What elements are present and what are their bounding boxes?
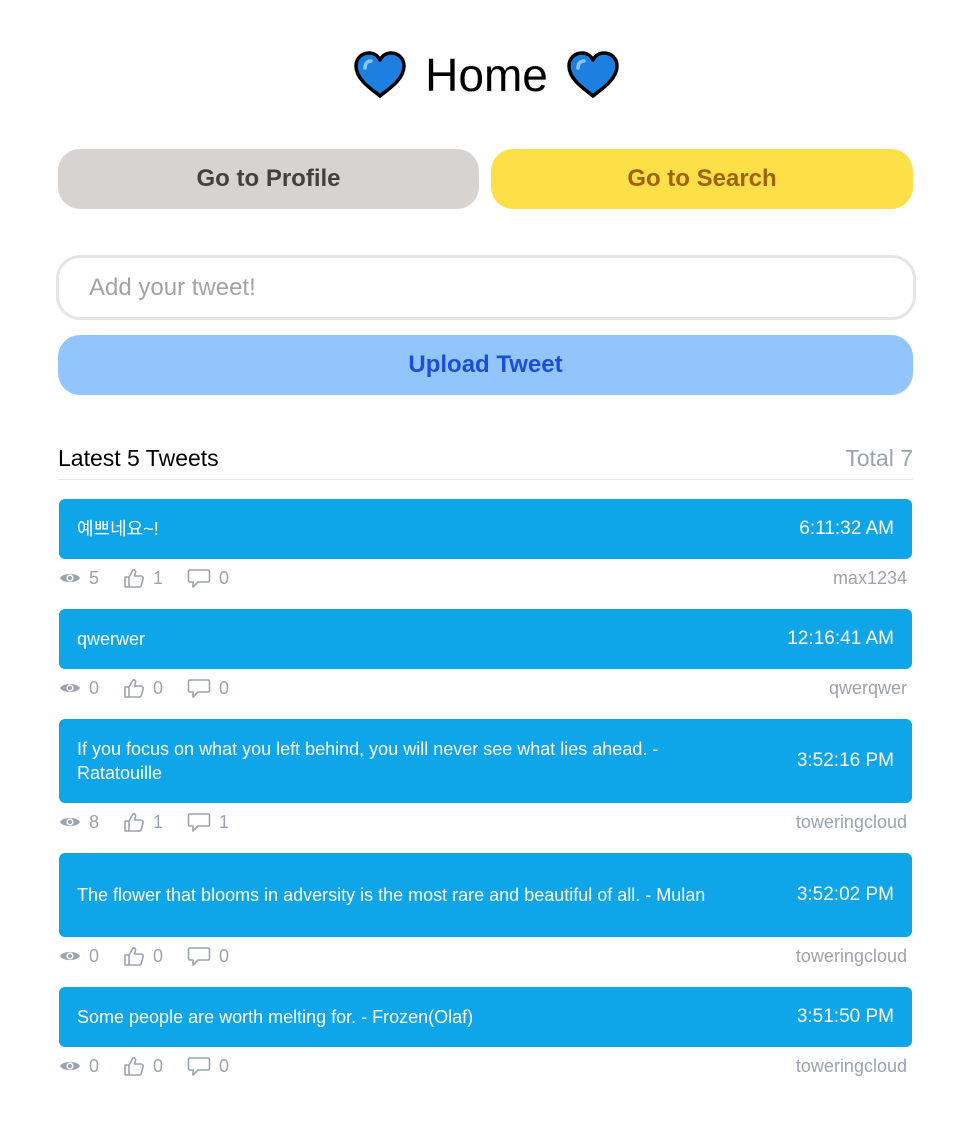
comment-stat[interactable]: 0 [187,567,229,589]
tweet-list-title: Latest 5 Tweets [58,445,219,471]
view-stat: 8 [59,812,99,833]
like-count: 0 [153,1055,164,1076]
like-stat[interactable]: 0 [123,677,163,699]
like-stat[interactable]: 1 [123,811,163,833]
go-to-search-button[interactable]: Go to Search [491,149,913,209]
tweet-input[interactable] [56,255,916,320]
like-stat[interactable]: 0 [123,945,163,967]
tweet-card[interactable]: 예쁘네요~! 6:11:32 AM [59,499,912,559]
tweet-total-count: Total 7 [845,445,913,471]
view-count: 0 [89,945,100,966]
like-count: 0 [153,677,164,698]
view-count: 5 [89,567,100,588]
comment-stat[interactable]: 0 [187,1055,229,1077]
tweet-time: 3:52:16 PM [796,750,894,771]
eye-icon [60,951,80,961]
view-count: 0 [89,1055,100,1076]
tweet-time: 6:11:32 AM [799,518,894,539]
thumbs-up-icon[interactable] [123,1055,145,1077]
blue-heart-icon [353,50,407,100]
comment-count: 0 [219,677,230,698]
tweet-author[interactable]: qwerqwer [829,678,907,699]
tweet-author[interactable]: toweringcloud [796,946,907,967]
tweet-text: The flower that blooms in adversity is t… [77,885,706,905]
comment-count: 0 [219,945,230,966]
eye-icon [60,573,80,583]
tweet-text: Some people are worth melting for. - Fro… [77,1007,474,1027]
eye-icon [60,683,80,693]
like-count: 1 [153,567,164,588]
eye-icon [60,817,80,827]
thumbs-up-icon[interactable] [123,811,145,833]
view-stat: 0 [59,678,99,699]
eye-icon [60,1061,80,1071]
comment-icon[interactable] [187,1055,211,1077]
comment-icon[interactable] [187,811,211,833]
tweet-author[interactable]: toweringcloud [796,812,907,833]
comment-icon[interactable] [187,945,211,967]
comment-icon[interactable] [187,567,211,589]
like-stat[interactable]: 0 [123,1055,163,1077]
thumbs-up-icon[interactable] [123,567,145,589]
tweet-card[interactable]: The flower that blooms in adversity is t… [59,853,912,937]
upload-tweet-button[interactable]: Upload Tweet [58,335,913,395]
tweet-time: 12:16:41 AM [787,628,894,649]
tweet-text: 예쁘네요~! [77,519,159,539]
tweet-meta: 0 0 0 toweringcloud [59,944,907,968]
tweet-meta: 8 1 1 toweringcloud [59,810,907,834]
view-count: 0 [89,677,100,698]
page-title: Home [425,49,548,101]
tweet-list-header: Latest 5 Tweets Total 7 [58,445,913,480]
comment-stat[interactable]: 1 [187,811,229,833]
view-count: 8 [89,811,100,832]
tweet-author[interactable]: toweringcloud [796,1056,907,1077]
tweet-text: qwerwer [77,629,146,649]
thumbs-up-icon[interactable] [123,945,145,967]
tweet-card[interactable]: qwerwer 12:16:41 AM [59,609,912,669]
tweet-text: If you focus on what you left behind, yo… [77,739,659,783]
comment-stat[interactable]: 0 [187,677,229,699]
tweet-time: 3:52:02 PM [796,884,894,905]
page-header: Home [0,46,973,104]
like-stat[interactable]: 1 [123,567,163,589]
like-count: 1 [153,811,164,832]
comment-count: 1 [219,811,230,832]
thumbs-up-icon[interactable] [123,677,145,699]
view-stat: 0 [59,946,99,967]
tweet-meta: 5 1 0 max1234 [59,566,907,590]
go-to-profile-button[interactable]: Go to Profile [58,149,479,209]
tweet-author[interactable]: max1234 [833,568,907,589]
comment-count: 0 [219,567,230,588]
view-stat: 5 [59,568,99,589]
tweet-meta: 0 0 0 qwerqwer [59,676,907,700]
blue-heart-icon [566,50,620,100]
tweet-meta: 0 0 0 toweringcloud [59,1054,907,1078]
tweet-card[interactable]: Some people are worth melting for. - Fro… [59,987,912,1047]
like-count: 0 [153,945,164,966]
tweet-card[interactable]: If you focus on what you left behind, yo… [59,719,912,803]
comment-count: 0 [219,1055,230,1076]
comment-icon[interactable] [187,677,211,699]
tweet-time: 3:51:50 PM [796,1006,894,1027]
comment-stat[interactable]: 0 [187,945,229,967]
view-stat: 0 [59,1056,99,1077]
